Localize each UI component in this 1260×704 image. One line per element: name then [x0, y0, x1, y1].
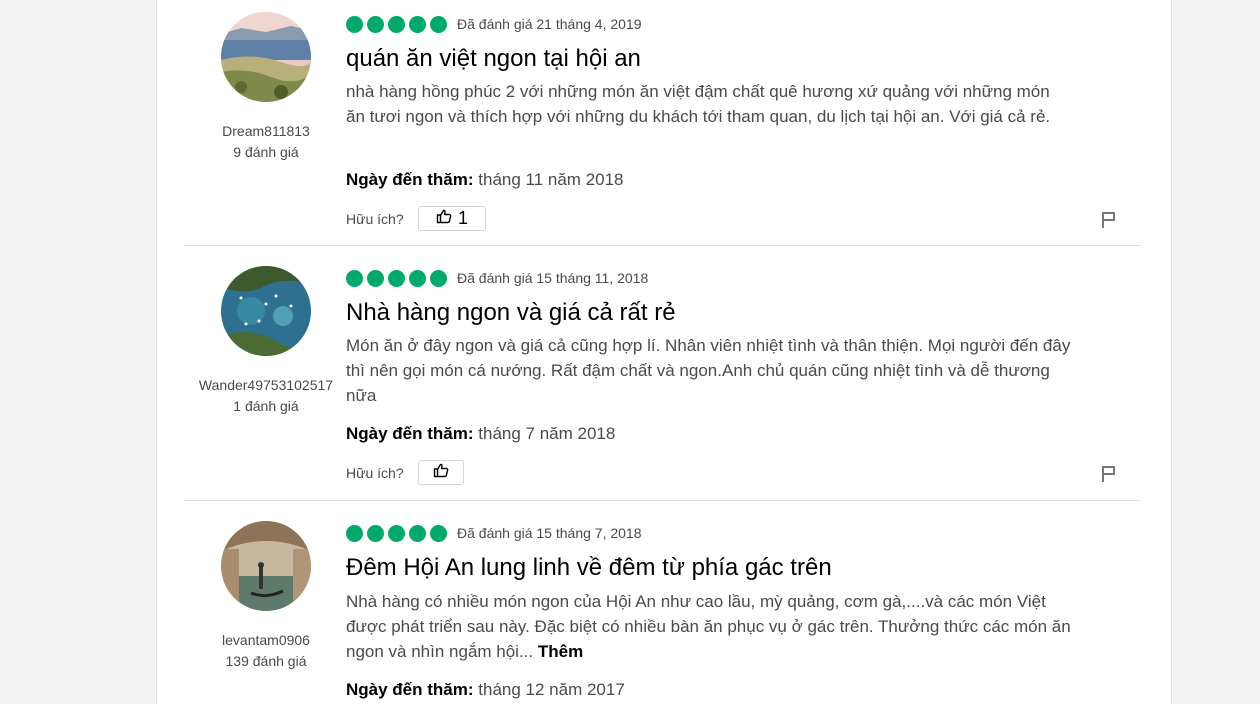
- helpful-button[interactable]: [418, 460, 464, 485]
- helpful-label: Hữu ích?: [346, 465, 404, 481]
- rating-bubble: [430, 16, 447, 33]
- rating-bubble: [388, 525, 405, 542]
- visit-date-label: Ngày đến thăm:: [346, 424, 474, 443]
- user-review-count: 9 đánh giá: [233, 144, 299, 160]
- username[interactable]: Dream811813: [185, 123, 347, 139]
- review-date: Đã đánh giá 21 tháng 4, 2019: [457, 16, 642, 32]
- review-date: Đã đánh giá 15 tháng 11, 2018: [457, 270, 649, 286]
- helpful-count: 1: [457, 208, 468, 228]
- review-title[interactable]: Nhà hàng ngon và giá cả rất rẻ: [346, 299, 676, 327]
- rating-bubbles: [346, 525, 447, 542]
- visit-date-value: tháng 7 năm 2018: [478, 424, 616, 443]
- rating-bubble: [388, 270, 405, 287]
- visit-date-label: Ngày đến thăm:: [346, 170, 474, 189]
- rating-bubbles: [346, 270, 447, 287]
- user-avatar[interactable]: [221, 521, 311, 611]
- rating-bubble: [409, 270, 426, 287]
- review-body: nhà hàng hồng phúc 2 với những món ăn vi…: [346, 82, 1051, 126]
- review-body: Nhà hàng có nhiều món ngon của Hội An nh…: [346, 589, 1071, 664]
- helpful-label: Hữu ích?: [346, 211, 404, 227]
- user-review-count: 1 đánh giá: [233, 398, 299, 414]
- visit-date-value: tháng 11 năm 2018: [478, 170, 624, 189]
- username[interactable]: levantam0906: [185, 632, 347, 648]
- rating-bubble: [367, 525, 384, 542]
- flag-icon[interactable]: [1101, 211, 1117, 234]
- review-title[interactable]: Đêm Hội An lung linh về đêm từ phía gác …: [346, 554, 832, 582]
- review-date: Đã đánh giá 15 tháng 7, 2018: [457, 525, 642, 541]
- review-title[interactable]: quán ăn việt ngon tại hội an: [346, 45, 641, 73]
- rating-bubble: [346, 270, 363, 287]
- user-review-count: 139 đánh giá: [225, 653, 307, 669]
- review-body-text: Nhà hàng có nhiều món ngon của Hội An nh…: [346, 592, 1071, 661]
- visit-date-value: tháng 12 năm 2017: [478, 680, 625, 699]
- rating-bubble: [430, 525, 447, 542]
- rating-bubble: [346, 16, 363, 33]
- review-card: Dream811813 9 đánh giá Đã đánh giá 21 th…: [185, 0, 1141, 245]
- rating-bubble: [346, 525, 363, 542]
- read-more-link[interactable]: Thêm: [538, 642, 583, 661]
- visit-date: Ngày đến thăm: tháng 11 năm 2018: [346, 170, 624, 190]
- rating-bubble: [430, 270, 447, 287]
- visit-date: Ngày đến thăm: tháng 7 năm 2018: [346, 424, 615, 444]
- user-avatar[interactable]: [221, 12, 311, 102]
- rating-bubbles: [346, 16, 447, 33]
- thumbs-up-icon: [433, 462, 449, 483]
- thumbs-up-icon: [436, 208, 452, 229]
- username[interactable]: Wander49753102517: [185, 377, 347, 393]
- visit-date: Ngày đến thăm: tháng 12 năm 2017: [346, 680, 625, 700]
- rating-bubble: [409, 16, 426, 33]
- flag-icon[interactable]: [1101, 465, 1117, 488]
- rating-bubble: [409, 525, 426, 542]
- rating-bubble: [367, 270, 384, 287]
- helpful-button[interactable]: 1: [418, 206, 486, 231]
- review-card: Wander49753102517 1 đánh giá Đã đánh giá…: [185, 246, 1141, 500]
- rating-bubble: [388, 16, 405, 33]
- visit-date-label: Ngày đến thăm:: [346, 680, 474, 699]
- review-body: Món ăn ở đây ngon và giá cả cũng hợp lí.…: [346, 336, 1071, 405]
- review-card: levantam0906 139 đánh giá Đã đánh giá 15…: [185, 501, 1141, 704]
- rating-bubble: [367, 16, 384, 33]
- user-avatar[interactable]: [221, 266, 311, 356]
